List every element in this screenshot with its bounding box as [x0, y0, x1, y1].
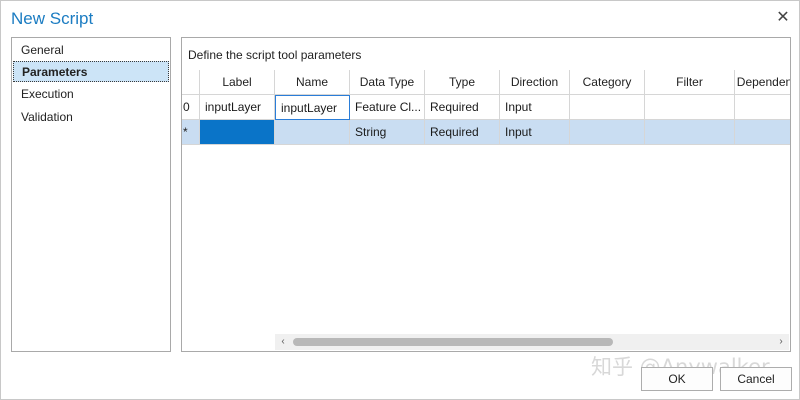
cell-label[interactable]: inputLayer: [200, 95, 275, 120]
column-header-filter[interactable]: Filter: [645, 70, 735, 95]
cancel-button[interactable]: Cancel: [720, 367, 792, 391]
scroll-left-icon[interactable]: ‹: [275, 334, 291, 350]
nav-panel: General Parameters Execution Validation: [11, 37, 171, 352]
nav-item-execution[interactable]: Execution: [13, 84, 169, 105]
cell-filter[interactable]: [645, 120, 735, 145]
cell-filter[interactable]: [645, 95, 735, 120]
new-script-dialog: New Script ✕ General Parameters Executio…: [0, 0, 800, 400]
cell-data-type[interactable]: Feature Cl...: [350, 95, 425, 120]
grid-corner: [182, 70, 200, 95]
dialog-title: New Script: [11, 9, 94, 28]
cell-direction[interactable]: Input: [500, 95, 570, 120]
close-icon[interactable]: ✕: [773, 8, 793, 28]
title-bar: New Script ✕: [1, 1, 799, 35]
cell-direction[interactable]: Input: [500, 120, 570, 145]
scroll-right-icon[interactable]: ›: [773, 334, 789, 350]
row-marker[interactable]: *: [182, 120, 200, 145]
nav-item-validation[interactable]: Validation: [13, 107, 169, 128]
cell-category[interactable]: [570, 120, 645, 145]
column-header-dependency[interactable]: Dependen: [735, 70, 790, 95]
horizontal-scrollbar[interactable]: ‹ ›: [275, 334, 789, 350]
cell-type[interactable]: Required: [425, 120, 500, 145]
cell-name[interactable]: inputLayer: [275, 95, 350, 120]
cell-name[interactable]: [275, 120, 350, 145]
parameters-grid: Label Name Data Type Type Direction Cate…: [182, 70, 790, 182]
nav-item-parameters[interactable]: Parameters: [13, 61, 169, 82]
cell-type[interactable]: Required: [425, 95, 500, 120]
column-header-name[interactable]: Name: [275, 70, 350, 95]
column-header-type[interactable]: Type: [425, 70, 500, 95]
row-marker[interactable]: 0: [182, 95, 200, 120]
cell-dependency[interactable]: [735, 95, 790, 120]
column-header-data-type[interactable]: Data Type: [350, 70, 425, 95]
cell-label-active[interactable]: [200, 120, 275, 145]
cell-data-type[interactable]: String: [350, 120, 425, 145]
nav-item-general[interactable]: General: [13, 40, 169, 61]
parameters-header: Define the script tool parameters: [188, 48, 362, 62]
column-header-label[interactable]: Label: [200, 70, 275, 95]
cell-category[interactable]: [570, 95, 645, 120]
ok-button[interactable]: OK: [641, 367, 713, 391]
column-header-category[interactable]: Category: [570, 70, 645, 95]
column-header-direction[interactable]: Direction: [500, 70, 570, 95]
cell-dependency[interactable]: [735, 120, 790, 145]
scroll-thumb[interactable]: [293, 338, 613, 346]
parameters-panel: Define the script tool parameters Label …: [181, 37, 791, 352]
